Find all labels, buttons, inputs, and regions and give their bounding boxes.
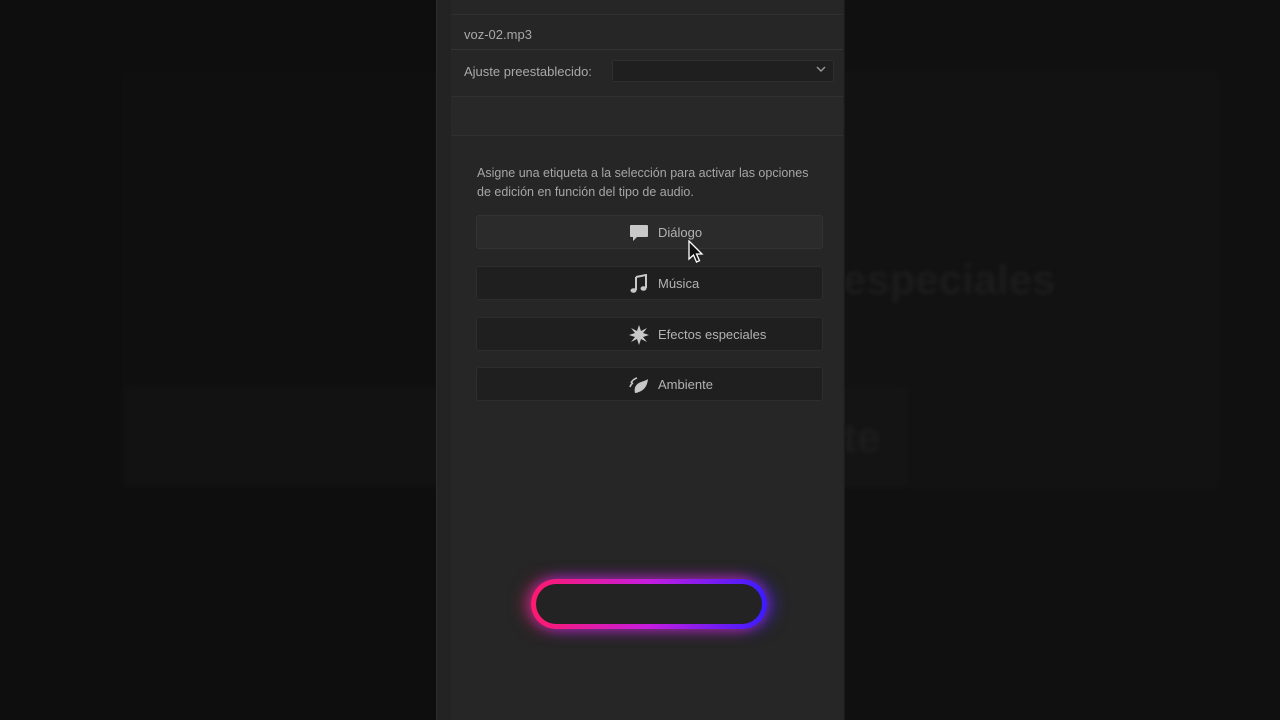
speech-bubble-icon	[628, 222, 650, 244]
chevron-down-icon	[816, 63, 826, 77]
ambience-button[interactable]: Ambiente	[476, 367, 823, 401]
preset-dropdown[interactable]	[612, 60, 834, 82]
background-shade-right	[843, 0, 1280, 720]
empty-section	[451, 96, 843, 136]
ambience-label: Ambiente	[658, 376, 713, 392]
preset-label: Ajuste preestablecido:	[464, 64, 592, 79]
sfx-label: Efectos especiales	[658, 326, 767, 342]
sfx-button[interactable]: Efectos especiales	[476, 317, 823, 351]
neon-subscribe-pill	[531, 579, 767, 629]
background-shade-left	[0, 0, 436, 720]
video-frame: especiales te voz-02.mp3 Ajuste preestab…	[0, 0, 1280, 720]
music-button[interactable]: Música	[476, 266, 823, 300]
music-label: Música	[658, 275, 700, 291]
divider	[451, 49, 843, 50]
music-note-icon	[628, 273, 650, 295]
clip-name: voz-02.mp3	[464, 27, 532, 42]
leaf-ambient-icon	[628, 374, 650, 396]
dialogue-button[interactable]: Diálogo	[476, 215, 823, 249]
burst-icon	[628, 324, 650, 346]
panel-top-strip	[451, 0, 843, 15]
audio-type-hint: Asigne una etiqueta a la selección para …	[477, 166, 809, 199]
mouse-pointer-icon	[688, 239, 704, 264]
dialogue-label: Diálogo	[658, 224, 703, 240]
